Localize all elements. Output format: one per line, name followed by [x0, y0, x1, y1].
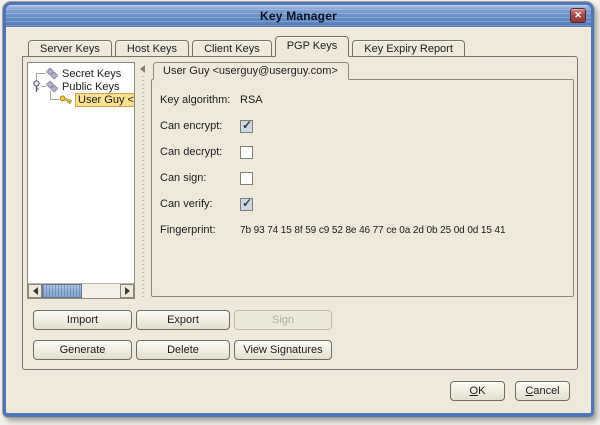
tree-connector [50, 99, 59, 100]
keypair-icon [45, 67, 59, 80]
dialog-body: Server Keys Host Keys Client Keys PGP Ke… [6, 27, 591, 413]
cancel-button-label: Cancel [525, 385, 559, 397]
can-decrypt-checkbox[interactable] [240, 146, 253, 159]
tree-item-secret-keys[interactable]: Secret Keys [45, 67, 121, 80]
tab-pgp-keys[interactable]: PGP Keys [275, 36, 350, 57]
ok-button-label: OK [470, 385, 486, 397]
tab-host-keys[interactable]: Host Keys [115, 40, 189, 57]
close-button[interactable]: ✕ [570, 8, 586, 23]
delete-button[interactable]: Delete [136, 340, 230, 360]
pgp-keys-panel: Secret Keys Public Keys User Guy < [22, 56, 578, 370]
can-encrypt-checkbox[interactable] [240, 120, 253, 133]
key-detail-pane: User Guy <userguy@userguy.com> Key algor… [151, 62, 574, 297]
can-verify-checkbox[interactable] [240, 198, 253, 211]
keypair-icon [45, 80, 59, 93]
arrow-left-icon [33, 287, 38, 295]
fingerprint-row: Fingerprint: 7b 93 74 15 8f 59 c9 52 8e … [160, 222, 563, 238]
gold-key-icon [59, 93, 73, 106]
key-algorithm-label: Key algorithm: [160, 94, 240, 106]
tree-item-label: User Guy < [75, 93, 134, 107]
export-button[interactable]: Export [136, 310, 230, 330]
tree-hscrollbar [28, 283, 134, 298]
key-algorithm-value: RSA [240, 94, 263, 106]
scroll-left-button[interactable] [28, 284, 42, 298]
cancel-button[interactable]: Cancel [515, 381, 570, 401]
can-verify-label: Can verify: [160, 198, 240, 210]
split-divider[interactable] [137, 62, 149, 299]
key-manager-window: Key Manager ✕ Server Keys Host Keys Clie… [3, 2, 594, 417]
can-sign-row: Can sign: [160, 170, 563, 186]
tab-bar: Server Keys Host Keys Client Keys PGP Ke… [28, 35, 578, 56]
can-encrypt-label: Can encrypt: [160, 120, 240, 132]
tree-item-label: Public Keys [62, 81, 119, 93]
footer: OK Cancel [22, 381, 578, 401]
key-tree: Secret Keys Public Keys User Guy < [27, 62, 135, 299]
key-algorithm-row: Key algorithm: RSA [160, 92, 563, 108]
can-decrypt-row: Can decrypt: [160, 144, 563, 160]
window-title: Key Manager [260, 9, 337, 23]
arrow-right-icon [125, 287, 130, 295]
tab-key-expiry-report[interactable]: Key Expiry Report [352, 40, 465, 57]
sign-button[interactable]: Sign [234, 310, 332, 330]
can-verify-row: Can verify: [160, 196, 563, 212]
key-detail-panel: Key algorithm: RSA Can encrypt: Can decr… [151, 79, 574, 297]
tree-item-public-keys[interactable]: Public Keys [45, 80, 119, 93]
fingerprint-label: Fingerprint: [160, 224, 240, 236]
can-sign-checkbox[interactable] [240, 172, 253, 185]
can-sign-label: Can sign: [160, 172, 240, 184]
tree-item-label: Secret Keys [62, 68, 121, 80]
close-icon: ✕ [574, 10, 582, 21]
view-signatures-button[interactable]: View Signatures [234, 340, 332, 360]
scrollbar-track[interactable] [42, 284, 120, 298]
tab-server-keys[interactable]: Server Keys [28, 40, 112, 57]
can-decrypt-label: Can decrypt: [160, 146, 240, 158]
fingerprint-value: 7b 93 74 15 8f 59 c9 52 8e 46 77 ce 0a 2… [240, 225, 505, 236]
key-detail-tab[interactable]: User Guy <userguy@userguy.com> [153, 62, 349, 80]
scroll-right-button[interactable] [120, 284, 134, 298]
tree-expander-icon[interactable] [32, 80, 41, 93]
ok-button[interactable]: OK [450, 381, 505, 401]
tree-canvas: Secret Keys Public Keys User Guy < [28, 63, 134, 283]
import-button[interactable]: Import [33, 310, 132, 330]
titlebar[interactable]: Key Manager ✕ [6, 5, 591, 27]
collapse-arrow-icon [140, 65, 145, 73]
tab-client-keys[interactable]: Client Keys [192, 40, 272, 57]
generate-button[interactable]: Generate [33, 340, 132, 360]
tree-item-user-guy[interactable]: User Guy < [59, 93, 134, 106]
scrollbar-thumb[interactable] [42, 284, 82, 298]
can-encrypt-row: Can encrypt: [160, 118, 563, 134]
